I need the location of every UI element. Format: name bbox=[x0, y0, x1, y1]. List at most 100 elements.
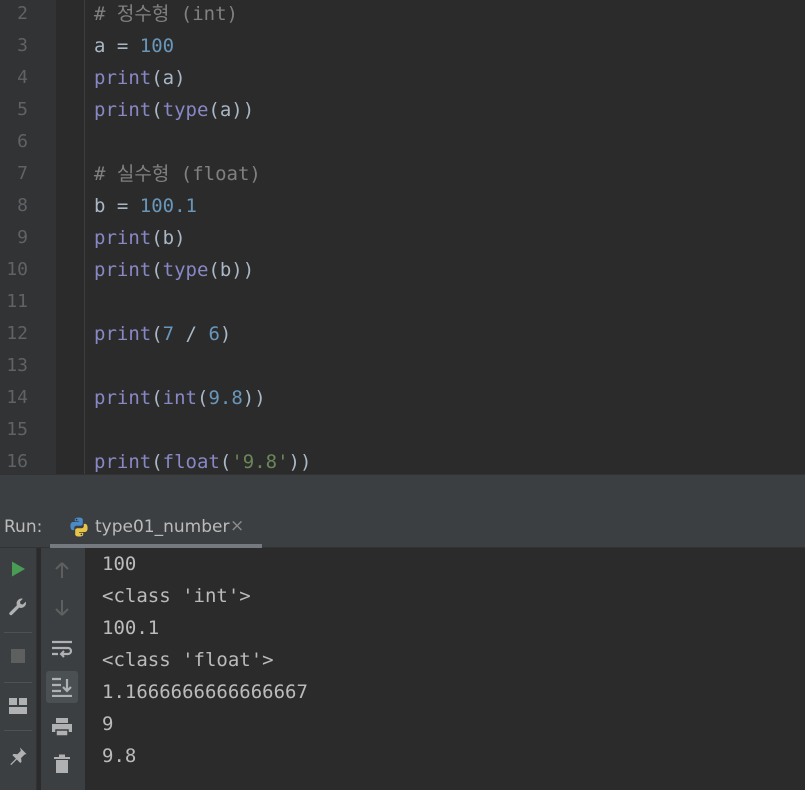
code-token: ( bbox=[151, 259, 163, 281]
scroll-to-end-button[interactable] bbox=[46, 671, 78, 703]
code-token: print bbox=[94, 67, 152, 89]
layout-icon bbox=[9, 698, 27, 714]
code-token: 100.1 bbox=[139, 195, 197, 217]
close-icon[interactable]: × bbox=[230, 506, 244, 546]
next-occurrence-button[interactable] bbox=[46, 592, 78, 624]
stop-button[interactable] bbox=[2, 640, 34, 672]
code-token: 7 bbox=[162, 323, 175, 345]
code-token: # 정수형 (int) bbox=[94, 3, 238, 25]
code-token: int bbox=[162, 387, 197, 409]
code-line[interactable]: print(a) bbox=[94, 62, 186, 94]
code-line[interactable]: a = 100 bbox=[94, 30, 174, 62]
run-tool-window-header: Run: type01_number × bbox=[0, 506, 805, 548]
code-token: type bbox=[162, 259, 209, 281]
code-line[interactable]: print(int(9.8)) bbox=[94, 382, 266, 414]
code-token: ( bbox=[151, 387, 163, 409]
line-number: 6 bbox=[17, 131, 28, 152]
clear-all-button[interactable] bbox=[46, 748, 78, 780]
console-output-line: 1.1666666666666667 bbox=[102, 681, 308, 703]
code-token: )) bbox=[242, 387, 266, 409]
line-number: 9 bbox=[17, 227, 28, 248]
code-line[interactable]: print(7 / 6) bbox=[94, 318, 231, 350]
run-tab-label: type01_number bbox=[95, 517, 230, 537]
code-line[interactable]: # 정수형 (int) bbox=[94, 0, 238, 30]
line-number: 13 bbox=[6, 355, 28, 376]
pin-icon bbox=[10, 747, 27, 766]
code-token: print bbox=[94, 387, 152, 409]
console-output-line: 9.8 bbox=[102, 745, 137, 767]
console-output-line: 9 bbox=[102, 713, 114, 735]
code-token: ) bbox=[219, 323, 232, 345]
code-line[interactable]: print(type(b)) bbox=[94, 254, 254, 286]
code-token: (a) bbox=[151, 67, 186, 89]
rerun-button[interactable] bbox=[2, 553, 34, 585]
gutter-separator bbox=[84, 0, 85, 474]
code-token: print bbox=[94, 99, 152, 121]
previous-occurrence-button[interactable] bbox=[46, 554, 78, 586]
toolbar-divider bbox=[4, 730, 32, 731]
panel-splitter[interactable] bbox=[0, 474, 805, 506]
console-output-line: 100 bbox=[102, 553, 137, 575]
run-label: Run: bbox=[4, 517, 43, 537]
code-token: a = bbox=[94, 35, 140, 57]
print-button[interactable] bbox=[46, 711, 78, 743]
console-output-line: <class 'int'> bbox=[102, 585, 251, 607]
code-line[interactable]: print(b) bbox=[94, 222, 186, 254]
play-icon bbox=[12, 561, 25, 577]
code-token: print bbox=[94, 227, 152, 249]
python-icon bbox=[70, 517, 88, 537]
restore-layout-button[interactable] bbox=[2, 690, 34, 722]
code-editor[interactable]: 2 3 4 5 6 7 8 9 10 11 12 13 14 15 16 # 정수형 (int) a = 10… bbox=[0, 0, 805, 474]
code-token: (b) bbox=[151, 227, 186, 249]
toolbar-divider bbox=[4, 682, 32, 683]
code-token: b = bbox=[94, 195, 140, 217]
code-line[interactable]: b = 100.1 bbox=[94, 190, 197, 222]
code-token: type bbox=[162, 99, 209, 121]
line-number: 4 bbox=[17, 67, 28, 88]
code-token: ( bbox=[151, 451, 163, 473]
code-token: (a)) bbox=[208, 99, 255, 121]
code-token: 9.8 bbox=[208, 387, 243, 409]
code-token: print bbox=[94, 323, 152, 345]
run-console-output[interactable]: 100 <class 'int'> 100.1 <class 'float'> 1.16… bbox=[85, 548, 805, 790]
code-token: (b)) bbox=[208, 259, 255, 281]
code-token: '9.8' bbox=[231, 451, 289, 473]
code-token: # 실수형 (float) bbox=[94, 163, 261, 185]
arrow-down-icon bbox=[55, 600, 69, 616]
code-line[interactable]: print(type(a)) bbox=[94, 94, 254, 126]
line-number: 10 bbox=[6, 259, 28, 280]
scroll-to-end-icon bbox=[52, 677, 72, 697]
code-line[interactable]: print(float('9.8')) bbox=[94, 446, 311, 474]
code-token: print bbox=[94, 259, 152, 281]
line-number: 8 bbox=[17, 195, 28, 216]
line-number: 11 bbox=[6, 291, 28, 312]
line-number: 5 bbox=[17, 99, 28, 120]
run-toolbar-secondary bbox=[41, 548, 85, 790]
line-number: 15 bbox=[6, 419, 28, 440]
edit-configuration-button[interactable] bbox=[2, 591, 34, 623]
code-token: ( bbox=[219, 451, 232, 473]
code-line[interactable]: # 실수형 (float) bbox=[94, 158, 261, 190]
run-toolbar-primary bbox=[0, 548, 37, 790]
code-token: ( bbox=[151, 99, 163, 121]
soft-wrap-button[interactable] bbox=[46, 633, 78, 665]
run-tab[interactable]: type01_number × bbox=[50, 506, 262, 548]
stop-icon bbox=[11, 649, 25, 663]
line-number: 3 bbox=[17, 35, 28, 56]
console-output-line: 100.1 bbox=[102, 617, 160, 639]
wrench-icon bbox=[9, 598, 26, 616]
line-number: 2 bbox=[17, 3, 28, 24]
pin-tab-button[interactable] bbox=[2, 740, 34, 772]
toolbar-divider bbox=[4, 632, 32, 633]
arrow-up-icon bbox=[55, 562, 69, 578]
code-token: 6 bbox=[208, 323, 220, 345]
code-token: / bbox=[174, 323, 209, 345]
code-token: float bbox=[162, 451, 220, 473]
trash-icon bbox=[54, 754, 70, 773]
code-token: 100 bbox=[139, 35, 175, 57]
soft-wrap-icon bbox=[52, 640, 73, 658]
line-number: 16 bbox=[6, 451, 28, 472]
print-icon bbox=[52, 718, 72, 737]
code-token: print bbox=[94, 451, 152, 473]
code-token: ( bbox=[151, 323, 163, 345]
